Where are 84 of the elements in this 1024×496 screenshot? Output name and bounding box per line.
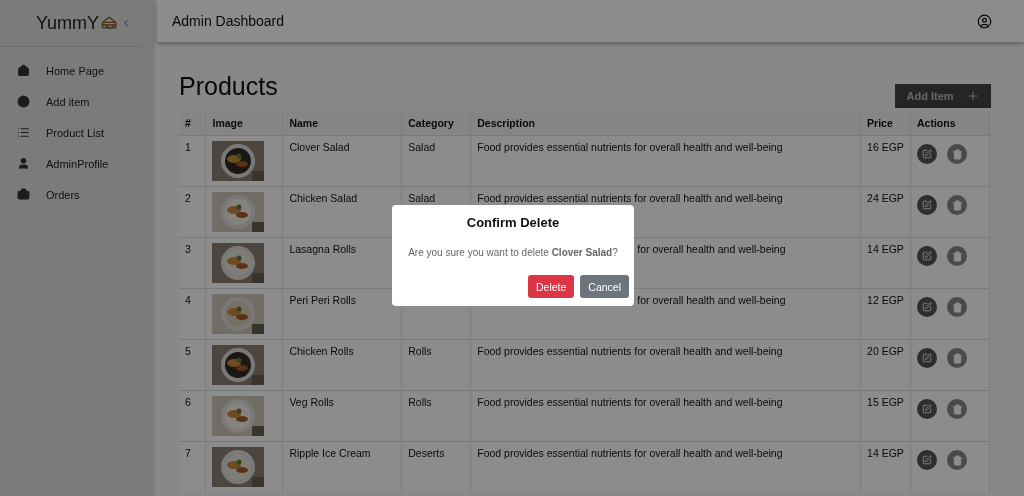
table-cell: for overall health and well-being (637, 294, 786, 306)
table-cell: 5 (179, 339, 206, 391)
table-cell: 20 EGP (860, 339, 911, 391)
table-cell: Peri Peri Rolls (282, 288, 402, 340)
trash-icon (951, 403, 963, 415)
table-cell: Ripple Ice Cream (282, 441, 402, 493)
edit-button[interactable] (917, 297, 937, 317)
delete-button[interactable] (947, 450, 967, 470)
collapse-icon[interactable] (121, 17, 131, 29)
table-cell: 3 (179, 237, 206, 289)
nav-item[interactable]: AdminProfile (0, 148, 155, 179)
table-cell: Veg Rolls (282, 390, 402, 442)
table-cell: Food provides essential nutrients for overall health and well-being (470, 135, 861, 187)
trash-icon (951, 250, 963, 262)
trash-icon (951, 199, 963, 211)
nav-item[interactable]: Home Page (0, 55, 155, 86)
table-cell: 7 (179, 441, 206, 493)
column-header: Actions (910, 111, 990, 136)
edit-icon (922, 149, 932, 159)
edit-button[interactable] (917, 399, 937, 419)
edit-button[interactable] (917, 195, 937, 215)
table-cell: Salad (401, 135, 471, 187)
trash-icon (951, 454, 963, 466)
plus-icon (965, 89, 980, 103)
nav-item[interactable]: Product List (0, 117, 155, 148)
edit-icon (922, 404, 932, 414)
table-cell: Food provides essential nutrients for overall health and well-being (470, 390, 861, 442)
delete-button[interactable] (947, 297, 967, 317)
edit-button[interactable] (917, 246, 937, 266)
table-cell: Chicken Salad (282, 186, 402, 238)
table-cell: Food provides essential nutrients for overall health and well-being (470, 339, 861, 391)
table-cell: Rolls (401, 339, 471, 391)
page-title: Products (179, 72, 278, 101)
edit-button[interactable] (917, 144, 937, 164)
trash-icon (951, 148, 963, 160)
trash-icon (951, 301, 963, 313)
table-cell: 14 EGP (860, 441, 911, 493)
trash-icon (951, 352, 963, 364)
column-header: Description (470, 111, 861, 136)
table-cell: 16 EGP (860, 135, 911, 187)
table-cell: Chicken Rolls (282, 339, 402, 391)
column-header: # (179, 111, 206, 136)
column-header: Price (860, 111, 911, 136)
table-cell: 14 EGP (860, 237, 911, 289)
edit-icon (922, 251, 932, 261)
nav-item[interactable]: Add item (0, 86, 155, 117)
account-icon[interactable] (977, 13, 992, 29)
column-header: Category (401, 111, 471, 136)
delete-button[interactable] (947, 399, 967, 419)
edit-icon (922, 353, 932, 363)
edit-button[interactable] (917, 348, 937, 368)
edit-icon (922, 302, 932, 312)
table-cell: 4 (179, 288, 206, 340)
table-cell: 2 (179, 186, 206, 238)
table-cell: Clover Salad (282, 135, 402, 187)
edit-icon (922, 200, 932, 210)
briefcase-icon (17, 188, 30, 201)
table-cell: 15 EGP (860, 390, 911, 442)
person-icon (17, 157, 30, 170)
table-cell: 1 (179, 135, 206, 187)
cancel-button[interactable]: Cancel (580, 275, 629, 298)
add-item-button[interactable]: Add Item (895, 84, 991, 108)
logo: YummY (36, 12, 100, 34)
table-cell: Food provides essential nutrients for overall health and well-being (470, 441, 861, 493)
delete-button[interactable] (947, 348, 967, 368)
home-icon (17, 64, 30, 77)
delete-button[interactable] (947, 246, 967, 266)
table-cell: 12 EGP (860, 288, 911, 340)
table-cell: Deserts (401, 441, 471, 493)
table-cell: 6 (179, 390, 206, 442)
nav-item[interactable]: Orders (0, 179, 155, 210)
delete-button[interactable] (947, 195, 967, 215)
edit-button[interactable] (917, 450, 937, 470)
table-cell: for overall health and well-being (637, 243, 786, 255)
column-header: Image (205, 111, 283, 136)
column-header: Name (282, 111, 402, 136)
dialog-message: Are you sure you want to delete Clover Salad? (408, 247, 618, 258)
delete-button[interactable] (947, 144, 967, 164)
edit-icon (922, 455, 932, 465)
table-cell: Rolls (401, 390, 471, 442)
table-cell: 24 EGP (860, 186, 911, 238)
delete-button[interactable]: Delete (527, 275, 575, 298)
header-title: Admin Dashboard (172, 13, 285, 29)
list-icon (17, 126, 30, 139)
